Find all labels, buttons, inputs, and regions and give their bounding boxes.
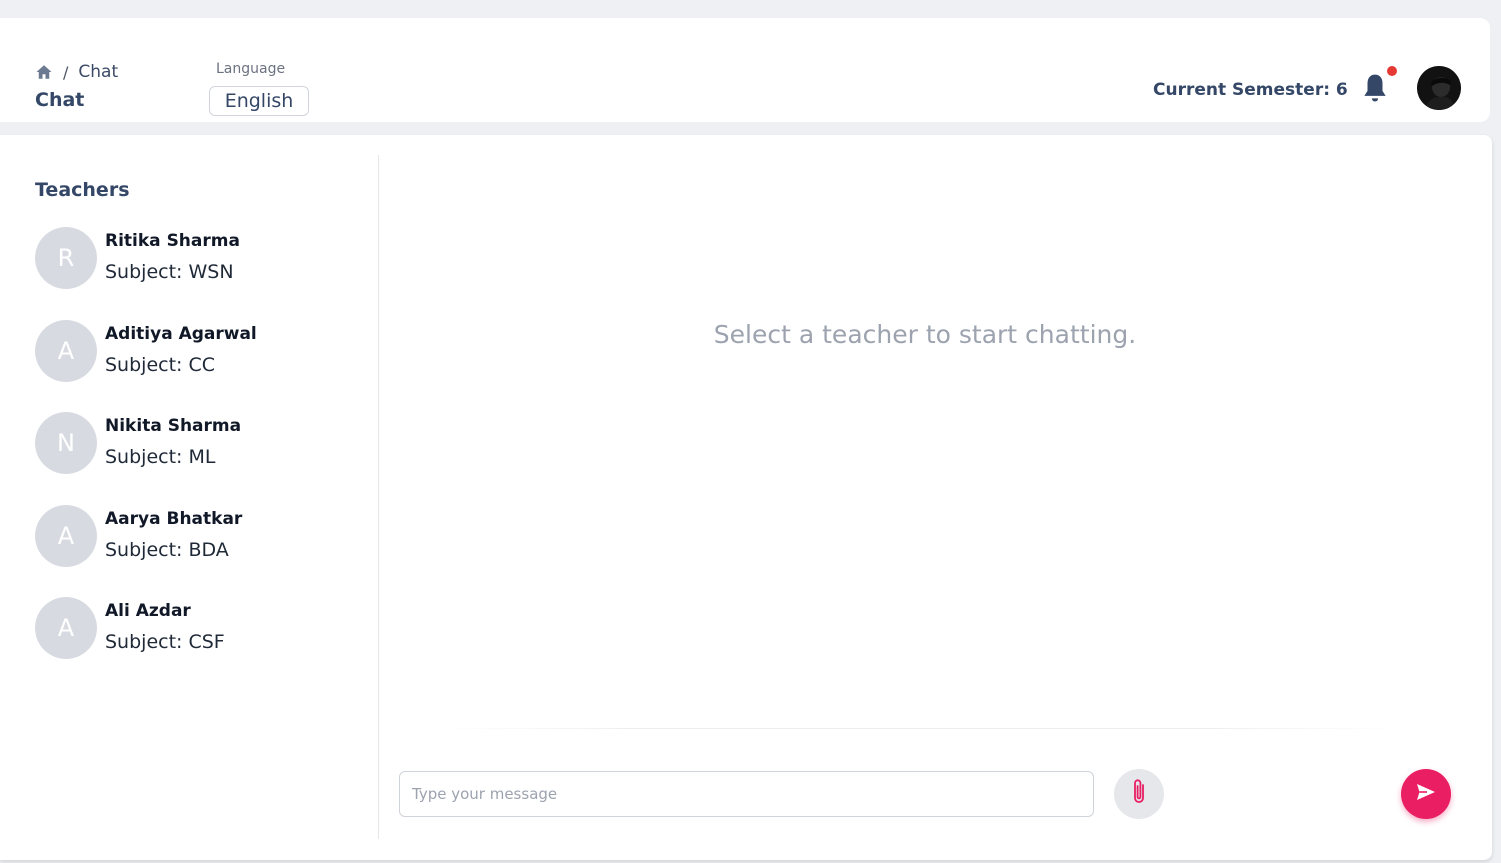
paperclip-icon <box>1128 777 1150 811</box>
teacher-subject: Subject: CC <box>105 354 216 376</box>
notification-badge <box>1387 66 1397 76</box>
home-icon[interactable] <box>35 63 53 81</box>
teacher-avatar: A <box>35 505 97 567</box>
teacher-item[interactable]: A Aarya Bhatkar Subject: BDA <box>35 505 355 571</box>
teacher-avatar: N <box>35 412 97 474</box>
page-title: Chat <box>35 89 85 111</box>
breadcrumb-current: Chat <box>78 62 119 82</box>
teacher-name: Nikita Sharma <box>105 416 242 436</box>
language-label: Language <box>216 61 286 77</box>
attach-button[interactable] <box>1114 769 1164 819</box>
teacher-avatar: A <box>35 597 97 659</box>
current-semester: Current Semester: 6 <box>1153 80 1348 100</box>
send-button[interactable] <box>1401 769 1451 819</box>
teacher-item[interactable]: N Nikita Sharma Subject: ML <box>35 412 355 478</box>
teacher-item[interactable]: A Aditiya Agarwal Subject: CC <box>35 320 355 386</box>
teacher-subject: Subject: CSF <box>105 631 225 653</box>
teacher-name: Ali Azdar <box>105 601 191 621</box>
sidebar-title: Teachers <box>35 179 130 201</box>
user-avatar[interactable] <box>1417 66 1461 110</box>
bell-icon[interactable] <box>1360 72 1390 106</box>
teacher-avatar: A <box>35 320 97 382</box>
language-select[interactable]: English <box>209 86 309 116</box>
chat-divider <box>440 728 1400 729</box>
breadcrumb-separator: / <box>63 62 69 82</box>
teacher-name: Ritika Sharma <box>105 231 240 251</box>
teacher-subject: Subject: ML <box>105 446 216 468</box>
teacher-avatar: R <box>35 227 97 289</box>
send-icon <box>1416 783 1436 805</box>
message-input[interactable] <box>399 771 1094 817</box>
teachers-sidebar: Teachers R Ritika Sharma Subject: WSN A … <box>0 155 379 839</box>
teacher-item[interactable]: A Ali Azdar Subject: CSF <box>35 597 355 663</box>
empty-chat-message: Select a teacher to start chatting. <box>713 320 1137 349</box>
chat-container: Teachers R Ritika Sharma Subject: WSN A … <box>0 135 1492 860</box>
top-header: / Chat Chat Language English Current Sem… <box>0 18 1490 122</box>
teacher-subject: Subject: WSN <box>105 261 234 283</box>
breadcrumb: / Chat <box>35 62 118 82</box>
teacher-item[interactable]: R Ritika Sharma Subject: WSN <box>35 227 355 293</box>
teacher-name: Aarya Bhatkar <box>105 509 243 529</box>
teacher-subject: Subject: BDA <box>105 539 229 561</box>
teacher-name: Aditiya Agarwal <box>105 324 257 344</box>
